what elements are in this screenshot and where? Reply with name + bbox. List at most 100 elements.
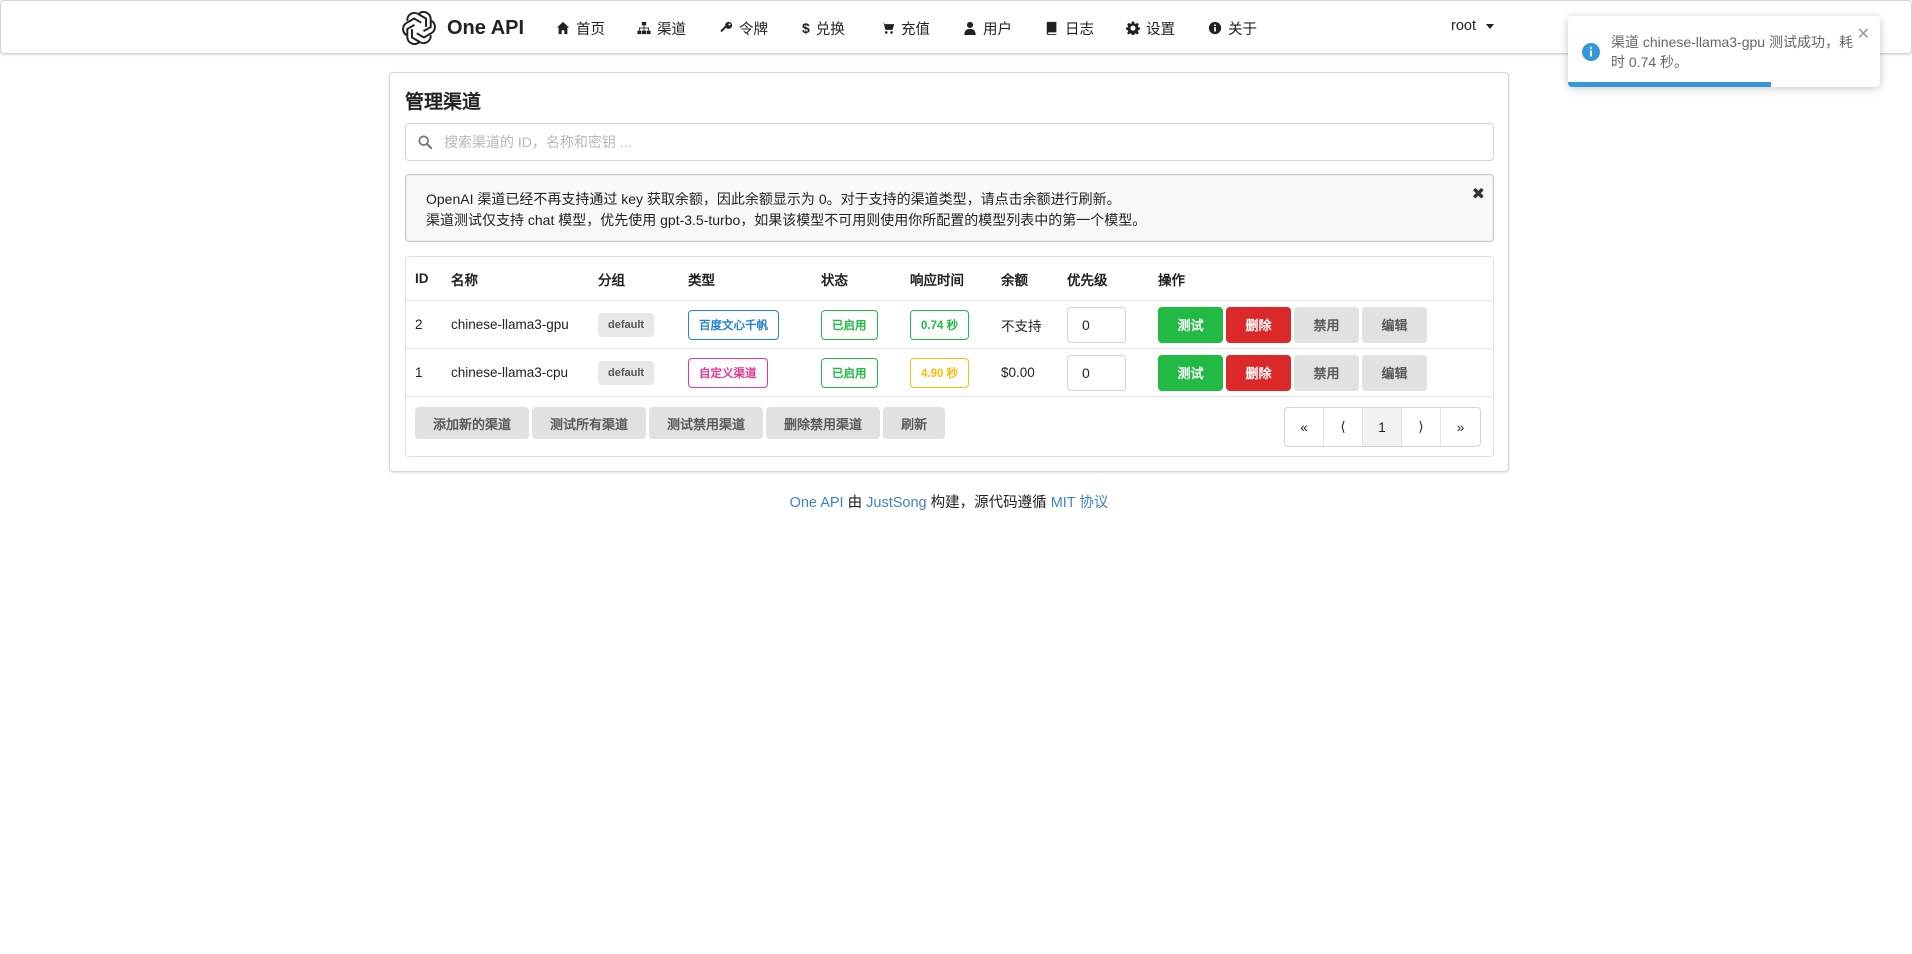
brand[interactable]: One API xyxy=(401,9,524,47)
header-group[interactable]: 分组 xyxy=(598,269,625,289)
nav-item-users[interactable]: 用户 xyxy=(963,18,1012,38)
table-row: 2 chinese-llama3-gpu default 百度文心千帆 已启用 … xyxy=(406,301,1493,349)
footer-link-oneapi[interactable]: One API xyxy=(790,495,844,511)
page-number-button[interactable]: 1 xyxy=(1363,408,1402,446)
table-row: 1 chinese-llama3-cpu default 自定义渠道 已启用 4… xyxy=(406,349,1493,397)
nav-item-tokens[interactable]: 令牌 xyxy=(719,18,768,38)
header-status[interactable]: 状态 xyxy=(821,269,848,289)
search-icon xyxy=(418,135,432,149)
search-box[interactable] xyxy=(405,123,1494,161)
test-button[interactable]: 测试 xyxy=(1158,354,1223,391)
status-badge: 已启用 xyxy=(821,309,878,340)
table-footer-actions: 添加新的渠道 测试所有渠道 测试禁用渠道 删除禁用渠道 刷新 xyxy=(415,407,946,439)
status-badge: 已启用 xyxy=(821,357,878,388)
header-priority[interactable]: 优先级 xyxy=(1067,269,1108,289)
page-last-button[interactable]: » xyxy=(1441,408,1480,446)
nav-item-logs[interactable]: 日志 xyxy=(1045,18,1094,38)
group-label: default xyxy=(598,312,655,337)
toast-message: 渠道 chinese-llama3-gpu 测试成功，耗时 0.74 秒。 xyxy=(1611,34,1853,70)
toast-close-icon[interactable]: ✕ xyxy=(1857,24,1870,44)
nav-item-redeem[interactable]: $ 兑换 xyxy=(802,18,845,38)
header-response-time[interactable]: 响应时间 xyxy=(910,269,964,289)
toast-notification[interactable]: 渠道 chinese-llama3-gpu 测试成功，耗时 0.74 秒。 ✕ xyxy=(1568,16,1880,87)
header-name[interactable]: 名称 xyxy=(451,269,478,289)
refresh-button[interactable]: 刷新 xyxy=(883,407,946,439)
openai-logo-icon xyxy=(402,11,436,45)
priority-input[interactable] xyxy=(1067,354,1126,391)
nav-item-settings[interactable]: 设置 xyxy=(1126,18,1175,38)
footer: One API 由 JustSong 构建，源代码遵循 MIT 协议 xyxy=(0,491,1898,512)
close-icon[interactable]: ✖ xyxy=(1472,184,1485,205)
notice-line-2: 渠道测试仅支持 chat 模型，优先使用 gpt-3.5-turbo，如果该模型… xyxy=(426,212,1147,228)
balance-value[interactable]: 不支持 xyxy=(1001,315,1042,335)
notice-line-1: OpenAI 渠道已经不再支持通过 key 获取余额，因此余额显示为 0。对于支… xyxy=(426,191,1121,207)
priority-input[interactable] xyxy=(1067,306,1126,343)
nav-label-channels: 渠道 xyxy=(657,21,686,38)
footer-text-1: 由 xyxy=(843,495,867,511)
channels-card: 管理渠道 OpenAI 渠道已经不再支持通过 key 获取余额，因此余额显示为 … xyxy=(389,72,1509,472)
disable-button[interactable]: 禁用 xyxy=(1294,306,1359,343)
table-header-row: ID 名称 分组 类型 状态 响应时间 余额 优先级 操作 xyxy=(406,257,1493,301)
footer-link-license[interactable]: MIT 协议 xyxy=(1051,495,1109,511)
page-next-button[interactable]: ⟩ xyxy=(1402,408,1441,446)
cell-id: 1 xyxy=(415,365,423,380)
response-time-badge[interactable]: 4.90 秒 xyxy=(910,357,970,388)
page-first-button[interactable]: « xyxy=(1285,408,1324,446)
dollar-icon: $ xyxy=(802,20,810,36)
nav-item-home[interactable]: 首页 xyxy=(556,18,605,38)
sitemap-icon xyxy=(637,21,651,35)
user-icon xyxy=(964,21,976,35)
nav-label-users: 用户 xyxy=(983,21,1012,38)
nav-label-about: 关于 xyxy=(1228,21,1257,38)
edit-button[interactable]: 编辑 xyxy=(1362,306,1427,343)
page-title: 管理渠道 xyxy=(405,92,482,113)
nav-label-tokens: 令牌 xyxy=(739,21,768,38)
nav-label-home: 首页 xyxy=(576,21,605,38)
nav-label-settings: 设置 xyxy=(1146,21,1175,38)
gear-icon xyxy=(1126,21,1140,35)
disable-button[interactable]: 禁用 xyxy=(1294,354,1359,391)
footer-link-justsong[interactable]: JustSong xyxy=(866,495,926,511)
channels-table: ID 名称 分组 类型 状态 响应时间 余额 优先级 操作 2 chinese-… xyxy=(405,256,1494,457)
header-actions: 操作 xyxy=(1158,272,1185,288)
group-label: default xyxy=(598,360,655,385)
delete-disabled-button[interactable]: 删除禁用渠道 xyxy=(766,407,881,439)
header-type[interactable]: 类型 xyxy=(688,269,715,289)
delete-button[interactable]: 删除 xyxy=(1226,306,1291,343)
nav-item-about[interactable]: 关于 xyxy=(1208,18,1257,38)
nav-item-topup[interactable]: 充值 xyxy=(881,18,930,38)
user-name: root xyxy=(1451,18,1476,34)
type-label: 百度文心千帆 xyxy=(688,309,779,340)
nav-label-logs: 日志 xyxy=(1065,21,1094,38)
user-dropdown[interactable]: root xyxy=(1451,18,1494,34)
caret-down-icon xyxy=(1486,23,1494,29)
nav-label-topup: 充值 xyxy=(901,21,930,38)
cell-name: chinese-llama3-cpu xyxy=(451,365,569,380)
type-label: 自定义渠道 xyxy=(688,357,768,388)
cell-id: 2 xyxy=(415,317,423,332)
cell-name: chinese-llama3-gpu xyxy=(451,317,569,332)
key-icon xyxy=(720,21,733,33)
edit-button[interactable]: 编辑 xyxy=(1362,354,1427,391)
search-input[interactable] xyxy=(442,133,1482,151)
test-all-button[interactable]: 测试所有渠道 xyxy=(532,407,647,439)
info-message: OpenAI 渠道已经不再支持通过 key 获取余额，因此余额显示为 0。对于支… xyxy=(405,174,1494,242)
page-prev-button[interactable]: ⟨ xyxy=(1324,408,1363,446)
book-icon xyxy=(1046,21,1057,35)
test-button[interactable]: 测试 xyxy=(1158,306,1223,343)
nav-item-channels[interactable]: 渠道 xyxy=(637,18,686,38)
header-balance[interactable]: 余额 xyxy=(1001,269,1028,289)
brand-name: One API xyxy=(447,16,525,39)
cart-icon xyxy=(881,22,895,34)
toast-progress-bar xyxy=(1568,82,1771,87)
test-disabled-button[interactable]: 测试禁用渠道 xyxy=(649,407,764,439)
info-icon xyxy=(1582,43,1600,61)
add-channel-button[interactable]: 添加新的渠道 xyxy=(415,407,530,439)
footer-text-2: 构建，源代码遵循 xyxy=(926,495,1051,511)
balance-value[interactable]: $0.00 xyxy=(1001,365,1035,380)
nav-label-redeem: 兑换 xyxy=(815,21,845,38)
delete-button[interactable]: 删除 xyxy=(1226,354,1291,391)
response-time-badge[interactable]: 0.74 秒 xyxy=(910,309,970,340)
header-id[interactable]: ID xyxy=(415,271,429,286)
pagination: « ⟨ 1 ⟩ » xyxy=(1284,407,1481,447)
